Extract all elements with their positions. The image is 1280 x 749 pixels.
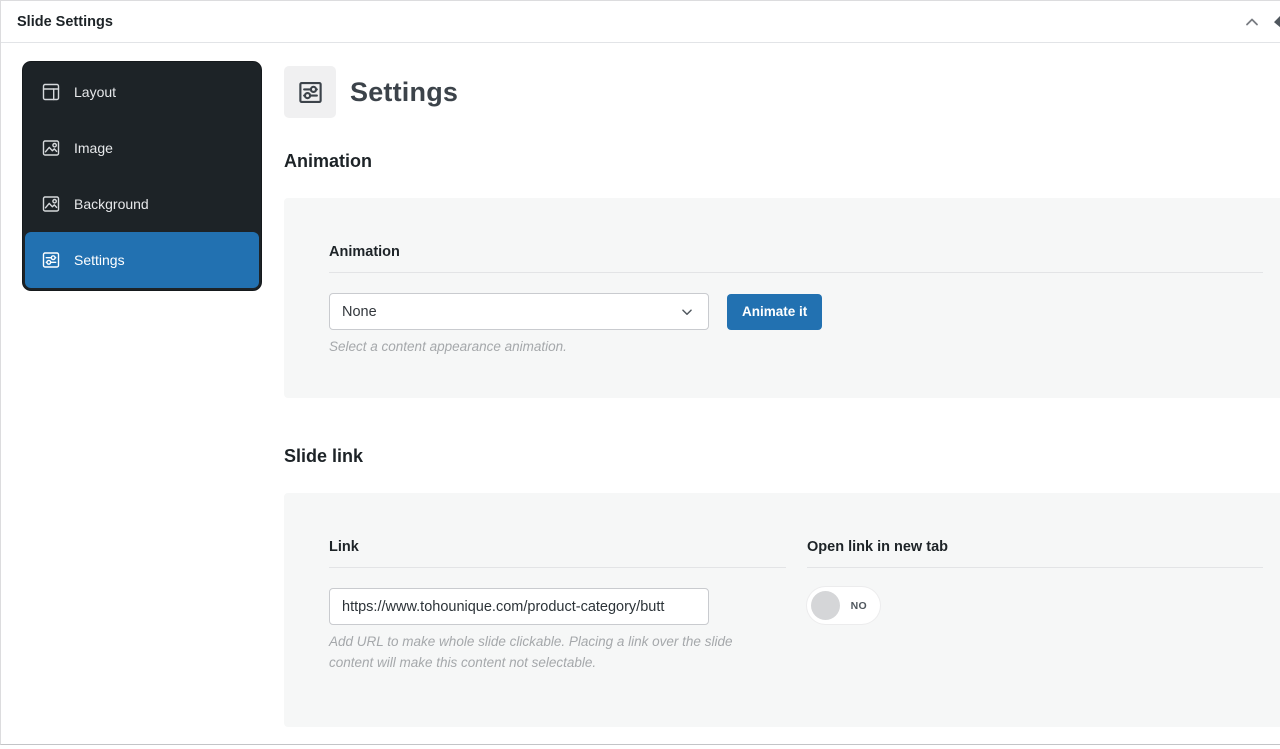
content-area: Layout Image Background Settings Setting… bbox=[1, 43, 1280, 744]
animate-it-button[interactable]: Animate it bbox=[727, 293, 823, 330]
sliders-icon bbox=[42, 252, 60, 268]
animation-section-heading: Animation bbox=[284, 151, 372, 171]
sidebar-item-label: Settings bbox=[74, 252, 125, 268]
sidebar-item-image[interactable]: Image bbox=[25, 120, 259, 176]
divider bbox=[807, 567, 1263, 568]
sliders-icon bbox=[298, 81, 322, 103]
open-new-tab-toggle[interactable]: NO bbox=[807, 587, 880, 624]
sidebar-nav: Layout Image Background Settings bbox=[23, 62, 261, 290]
sidebar-item-label: Background bbox=[74, 196, 149, 212]
page-title-row: Settings bbox=[284, 66, 1280, 118]
slide-link-panel: Link Add URL to make whole slide clickab… bbox=[284, 493, 1280, 727]
sidebar-item-label: Image bbox=[74, 140, 113, 156]
slide-link-section-heading: Slide link bbox=[284, 446, 364, 466]
link-url-input[interactable] bbox=[329, 588, 709, 625]
layout-icon bbox=[42, 83, 60, 101]
collapse-chevron-up-icon[interactable] bbox=[1242, 12, 1262, 32]
sidebar-item-label: Layout bbox=[74, 84, 117, 100]
sidebar-item-settings[interactable]: Settings bbox=[25, 232, 259, 288]
toggle-state-label: NO bbox=[850, 599, 867, 612]
clipped-edge-icon bbox=[1274, 15, 1280, 28]
sidebar-item-layout[interactable]: Layout bbox=[25, 64, 259, 120]
link-helper-text: Add URL to make whole slide clickable. P… bbox=[329, 634, 733, 670]
titlebar: Slide Settings bbox=[1, 1, 1280, 43]
page-title: Settings bbox=[350, 76, 459, 107]
new-tab-column: Open link in new tab NO bbox=[807, 538, 1263, 727]
link-column: Link Add URL to make whole slide clickab… bbox=[329, 538, 786, 727]
panel-title: Slide Settings bbox=[17, 13, 113, 30]
image-icon bbox=[42, 196, 60, 212]
divider bbox=[329, 567, 786, 568]
toggle-knob bbox=[811, 591, 840, 620]
animation-select-value: None bbox=[342, 303, 377, 320]
chevron-down-icon bbox=[682, 308, 692, 315]
image-icon bbox=[42, 140, 60, 156]
main-column: Settings Animation Animation None Animat… bbox=[284, 43, 1280, 727]
slide-settings-panel: Slide Settings Layout Image Background S… bbox=[0, 0, 1280, 745]
link-field-label: Link bbox=[329, 539, 359, 555]
new-tab-field-label: Open link in new tab bbox=[807, 539, 948, 555]
animation-panel: Animation None Animate it Select a conte… bbox=[284, 198, 1280, 398]
settings-icon-box bbox=[284, 66, 336, 118]
divider bbox=[329, 272, 1263, 273]
sidebar-item-background[interactable]: Background bbox=[25, 176, 259, 232]
animation-select[interactable]: None bbox=[329, 293, 709, 330]
animation-helper-text: Select a content appearance animation. bbox=[329, 339, 567, 354]
animation-field-label: Animation bbox=[329, 244, 400, 260]
